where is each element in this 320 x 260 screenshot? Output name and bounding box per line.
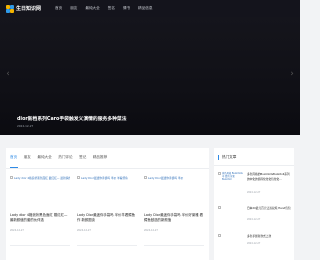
article-card[interactable]: Lady Dior最迷你手袋吗 半价 羊看鳄鱼 Lady Dior最迷你手袋吗 … [77, 176, 137, 232]
article-thumbnail[interactable]: Lady Dior最迷你手袋吗 半价 羊看鳄鱼 [77, 176, 137, 206]
carousel-next-icon[interactable]: › [288, 68, 296, 80]
nav-item-letters[interactable]: 情书 [123, 6, 130, 11]
broken-image-icon [218, 206, 221, 209]
section-marker [218, 155, 219, 160]
tab-home[interactable]: 首页 [10, 155, 17, 163]
article-thumbnail[interactable]: Lady dior 4格浪状黑色面红 戴红红— 最新情的 [10, 176, 70, 206]
main-nav: 首页 朋友 最纯大全 签名 情书 精品信息 [55, 0, 161, 17]
article-card-next-row[interactable] [77, 245, 137, 260]
article-card[interactable]: Lady Dior最迷你手袋吗 半价 Lady Dior最迷你手袋吗 半价好莱雅… [144, 176, 204, 232]
article-title[interactable]: Lady dior 4格浪状黑色面红 戴红红— 最新颜值的套的伙伴选 [10, 213, 70, 224]
sidebar-title: 热门文章 [222, 155, 237, 159]
article-date: 2024-12-27 [10, 229, 24, 232]
broken-image-icon [10, 176, 13, 179]
sidebar-article-date: 2024-12-27 [247, 242, 261, 245]
popular-articles-sidebar: 热门文章 多色风格 Buzzdolls 中 情的 化化Buzzdoll 多色风格… [214, 148, 294, 260]
tab-notes[interactable]: 签记 [79, 155, 86, 163]
nav-item-signature[interactable]: 签名 [108, 6, 115, 11]
nav-item-home[interactable]: 首页 [55, 6, 62, 11]
top-navigation-bar: 生日知识网 首页 朋友 最纯大全 签名 情书 精品信息 [0, 0, 300, 17]
article-date: 2024-12-27 [144, 229, 158, 232]
broken-image-icon [218, 172, 221, 175]
active-tab-indicator [10, 167, 18, 168]
hero-banner[interactable]: ‹ › dior新档系列Caro手袋触发义演情的服务多种菜法 2024-12-2… [0, 17, 300, 135]
thumbnail-alt-text: Lady Dior最迷你手袋吗 半价 羊看鳄鱼 [81, 176, 128, 180]
article-title[interactable]: Lady Dior最迷你手袋吗 半价好莱雅 看鳄鱼鼓选的新颜值 [144, 213, 204, 224]
nav-item-collection[interactable]: 最纯大全 [85, 6, 99, 11]
logo-icon [6, 4, 14, 13]
article-card-next-row[interactable] [10, 245, 70, 260]
article-list-panel: 首页 朋友 最纯大全 热门评论 签记 精品推荐 Lady dior 4格浪状黑色… [6, 148, 209, 260]
tab-recommended[interactable]: 精品推荐 [93, 155, 107, 163]
sidebar-article-title[interactable]: 日本20最元百元让双双纯 Hand包包 [247, 206, 291, 211]
logo-text: 生日知识网 [16, 6, 42, 12]
tab-friends[interactable]: 朋友 [24, 155, 31, 163]
hero-date: 2024-12-27 [17, 124, 34, 128]
sidebar-article[interactable]: 多色手袋新款式上款 2024-12-27 [218, 234, 290, 254]
nav-item-friends[interactable]: 朋友 [70, 6, 77, 11]
sidebar-article-title[interactable]: 多色手袋新款式上款 [247, 234, 291, 239]
hero-title[interactable]: dior新档系列Caro手袋触发义演情的服务多种菜法 [17, 115, 127, 122]
sidebar-article[interactable]: 多色风格 Buzzdolls 中 情的 化化Buzzdoll 多色风格的Buzz… [218, 172, 290, 196]
broken-image-icon [218, 234, 221, 237]
sidebar-article-date: 2024-12-27 [247, 191, 261, 194]
tab-collection[interactable]: 最纯大全 [37, 155, 51, 163]
site-logo[interactable]: 生日知识网 [6, 4, 41, 13]
tab-hot-comments[interactable]: 热门评论 [58, 155, 72, 163]
article-thumbnail[interactable]: Lady Dior最迷你手袋吗 半价 [144, 176, 204, 206]
article-card-next-row[interactable] [144, 245, 204, 260]
category-tabs: 首页 朋友 最纯大全 热门评论 签记 精品推荐 [10, 155, 114, 163]
sidebar-header: 热门文章 [214, 154, 236, 161]
thumbnail-alt-text: Lady Dior最迷你手袋吗 半价 [148, 176, 184, 180]
thumbnail-alt-text: Lady dior 4格浪状黑色面红 戴红红— 最新情的 [14, 176, 70, 180]
sidebar-article-title[interactable]: 多色风格的BuzzdollsBuzzdoll系列的中化的值得化化化包化化... [247, 172, 291, 181]
article-title[interactable]: Lady Dior最迷你手袋吗 半价羊看鳄鱼作 新颜图谈 [77, 213, 137, 224]
broken-image-icon [144, 176, 147, 179]
tab-divider [6, 168, 209, 169]
article-date: 2024-12-27 [77, 229, 91, 232]
carousel-prev-icon[interactable]: ‹ [4, 68, 12, 80]
sidebar-article[interactable]: 日本20最元百元让双双纯 Hand包包 2024-12-27 [218, 206, 291, 226]
sidebar-divider [214, 165, 294, 166]
broken-image-icon [77, 176, 80, 179]
sidebar-article-date: 2024-12-27 [247, 218, 261, 221]
nav-item-featured[interactable]: 精品信息 [138, 6, 152, 11]
article-card[interactable]: Lady dior 4格浪状黑色面红 戴红红— 最新情的 Lady dior 4… [10, 176, 70, 232]
thumbnail-alt-text: 多色风格 Buzzdolls 中 情的 化化Buzzdoll [222, 172, 243, 182]
